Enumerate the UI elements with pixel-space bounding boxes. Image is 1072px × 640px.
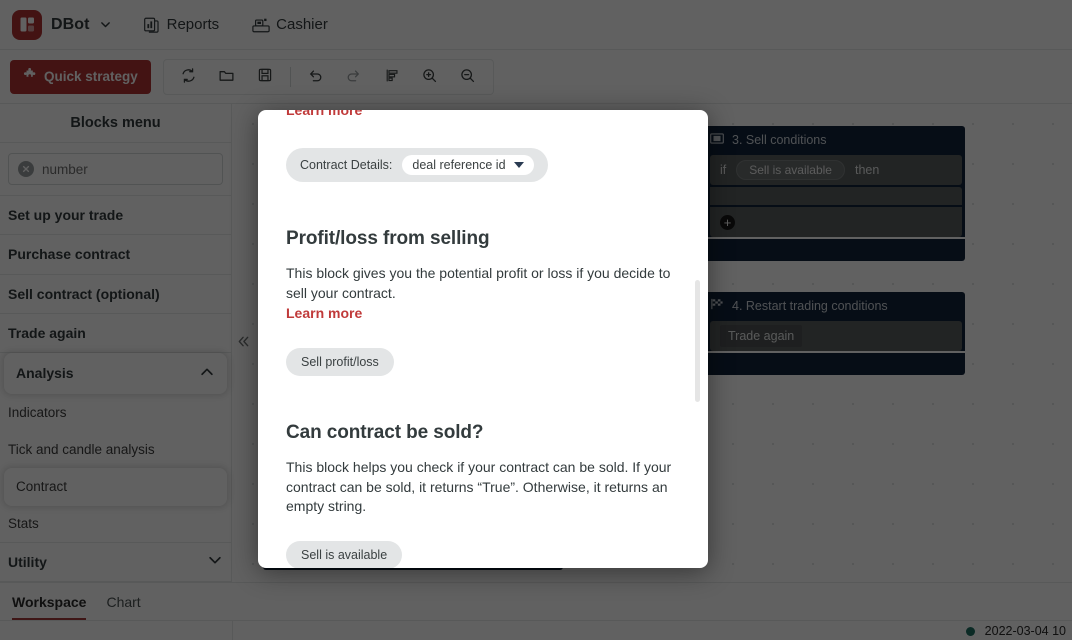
block-chip-sell-is-available[interactable]: Sell is available [286, 541, 403, 568]
modal-scrollbar-track[interactable] [695, 128, 704, 528]
section-body-text: This block gives you the potential profi… [286, 265, 671, 301]
block-help-modal: Learn more Contract Details: deal refere… [258, 110, 708, 568]
learn-more-link[interactable]: Learn more [286, 110, 680, 118]
contract-details-dropdown[interactable]: deal reference id [402, 155, 534, 175]
section-heading-profit-loss: Profit/loss from selling [286, 228, 490, 249]
caret-down-icon [513, 162, 524, 168]
section-body-profit-loss: This block gives you the potential profi… [286, 264, 680, 324]
section-body-can-contract-be-sold: This block helps you check if your contr… [286, 458, 672, 515]
block-chip-sell-profit-loss[interactable]: Sell profit/loss [286, 347, 394, 376]
modal-scrollbar-thumb[interactable] [695, 280, 700, 402]
modal-scroll-content[interactable]: Learn more Contract Details: deal refere… [258, 110, 708, 568]
block-preview-label: Contract Details: [300, 158, 393, 172]
dropdown-value: deal reference id [412, 158, 506, 172]
section-heading-can-contract-be-sold: Can contract be sold? [286, 421, 484, 443]
learn-more-link[interactable]: Learn more [286, 304, 680, 324]
block-preview-contract-details[interactable]: Contract Details: deal reference id [286, 148, 548, 182]
dbot-app-window: DBot Reports [0, 0, 1072, 640]
